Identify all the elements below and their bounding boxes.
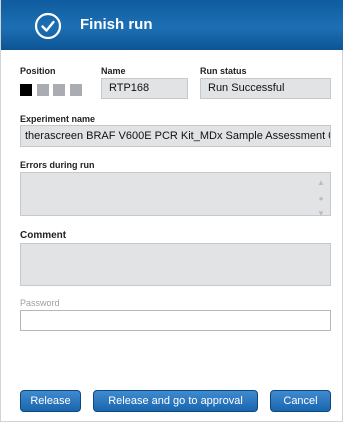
errors-field[interactable]: ▲ ● ▼ [20,172,331,216]
name-label: Name [101,66,126,76]
dialog-title: Finish run [80,16,153,33]
errors-label: Errors during run [20,160,95,170]
position-slot-2 [37,84,49,96]
experiment-name-field: therascreen BRAF V600E PCR Kit_MDx Sampl… [20,125,331,147]
password-label: Password [20,298,60,308]
experiment-name-label: Experiment name [20,114,96,124]
run-status-value: Run Successful [208,82,285,94]
check-circle-icon [34,12,62,40]
finish-run-dialog: Finish run Position Name RTP168 Run stat… [0,0,343,422]
password-input[interactable] [20,310,331,331]
comment-field[interactable] [20,243,331,286]
position-slot-3 [53,84,65,96]
scroll-up-icon[interactable]: ▲ [316,178,326,188]
position-label: Position [20,66,56,76]
position-slot-1 [20,84,32,96]
name-value: RTP168 [109,82,150,94]
title-bar: Finish run [1,0,343,50]
release-button[interactable]: Release [20,390,81,412]
run-status-field: Run Successful [200,78,331,99]
cancel-button[interactable]: Cancel [270,390,331,412]
experiment-name-value: therascreen BRAF V600E PCR Kit_MDx Sampl… [25,130,331,142]
errors-scrollbar[interactable]: ▲ ● ▼ [316,178,326,215]
name-field: RTP168 [101,78,188,99]
run-status-label: Run status [200,66,247,76]
scroll-thumb-icon[interactable]: ● [316,194,326,204]
position-slot-4 [70,84,82,96]
comment-label: Comment [20,230,67,241]
scroll-down-icon[interactable]: ▼ [316,209,326,215]
release-and-approval-button[interactable]: Release and go to approval [93,390,258,412]
